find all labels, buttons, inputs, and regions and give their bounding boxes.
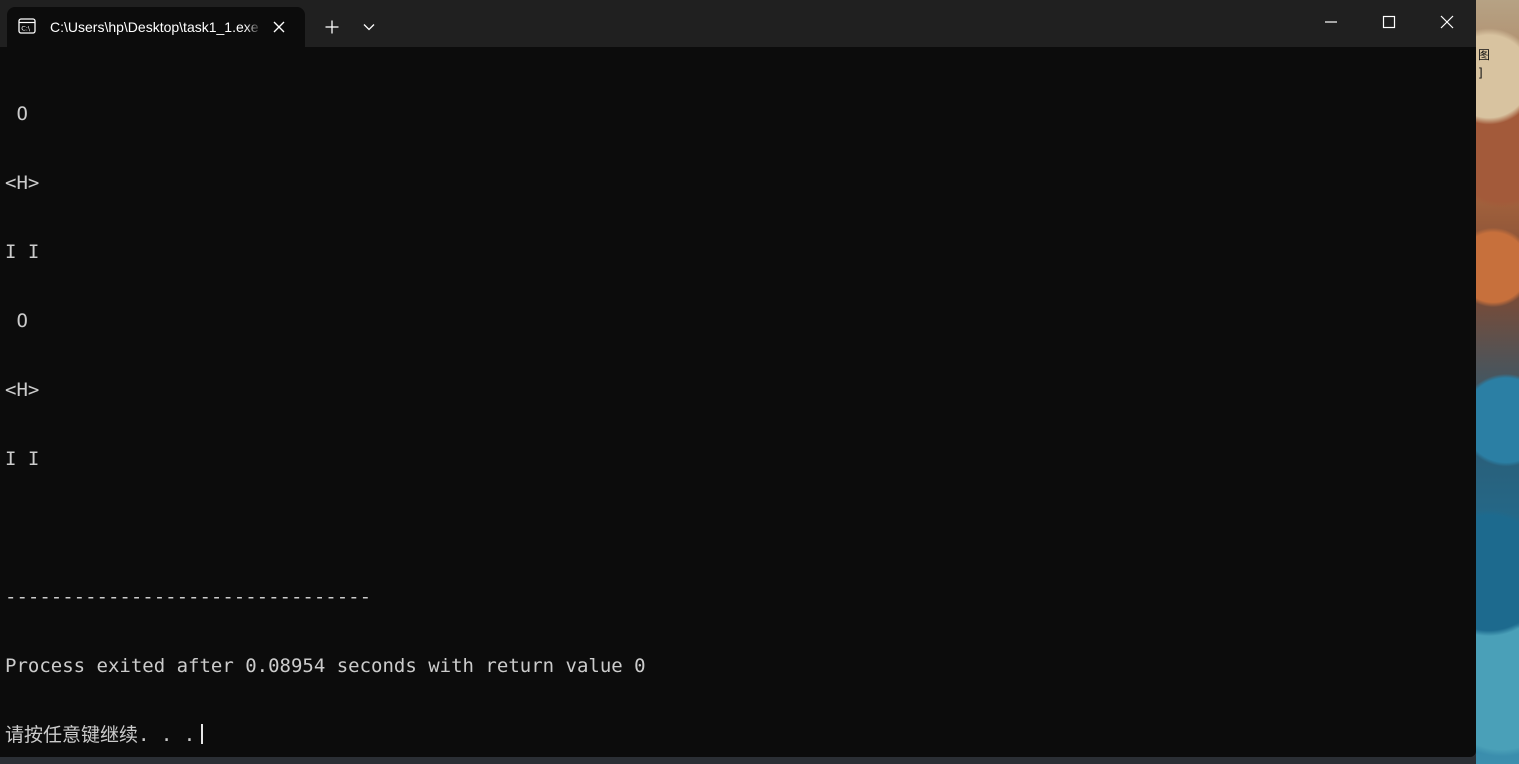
- close-window-button[interactable]: [1418, 0, 1476, 44]
- prompt-line: 请按任意键继续. . .: [5, 724, 1465, 747]
- console-line: O: [5, 310, 28, 332]
- terminal-window: C:\ C:\Users\hp\Desktop\task1_1.exe O <H…: [0, 0, 1476, 757]
- close-icon: [1440, 15, 1454, 29]
- text-cursor: [201, 724, 204, 744]
- press-any-key-prompt: 请按任意键继续. . .: [5, 724, 196, 746]
- new-tab-button[interactable]: [318, 14, 346, 40]
- chevron-down-icon: [363, 24, 375, 31]
- maximize-button[interactable]: [1360, 0, 1418, 44]
- console-line: I I: [5, 241, 40, 263]
- plus-icon: [325, 20, 339, 34]
- svg-text:C:\: C:\: [21, 25, 31, 33]
- process-exit-message: Process exited after 0.08954 seconds wit…: [5, 655, 646, 677]
- wallpaper: [1476, 0, 1519, 764]
- tab-title: C:\Users\hp\Desktop\task1_1.exe: [50, 19, 259, 35]
- tab-task1[interactable]: C:\ C:\Users\hp\Desktop\task1_1.exe: [7, 7, 305, 47]
- close-tab-button[interactable]: [269, 17, 289, 37]
- console-icon: C:\: [18, 17, 36, 35]
- separator-line: --------------------------------: [5, 586, 372, 608]
- desktop-edge-label-2: ]: [1478, 66, 1483, 80]
- desktop-edge-label: 图 ]: [1478, 46, 1518, 82]
- console-line: O: [5, 103, 28, 125]
- console-line: <H>: [5, 172, 40, 194]
- desktop-edge-label-1: 图: [1478, 48, 1491, 62]
- minimize-button[interactable]: [1302, 0, 1360, 44]
- title-bar[interactable]: C:\ C:\Users\hp\Desktop\task1_1.exe: [0, 0, 1476, 47]
- console-line: I I: [5, 448, 40, 470]
- maximize-icon: [1382, 15, 1396, 29]
- console-line: <H>: [5, 379, 40, 401]
- minimize-icon: [1325, 21, 1337, 23]
- console-output[interactable]: O <H> I I O <H> I I --------------------…: [5, 57, 1465, 747]
- close-icon: [273, 21, 285, 33]
- tab-dropdown-button[interactable]: [356, 14, 382, 40]
